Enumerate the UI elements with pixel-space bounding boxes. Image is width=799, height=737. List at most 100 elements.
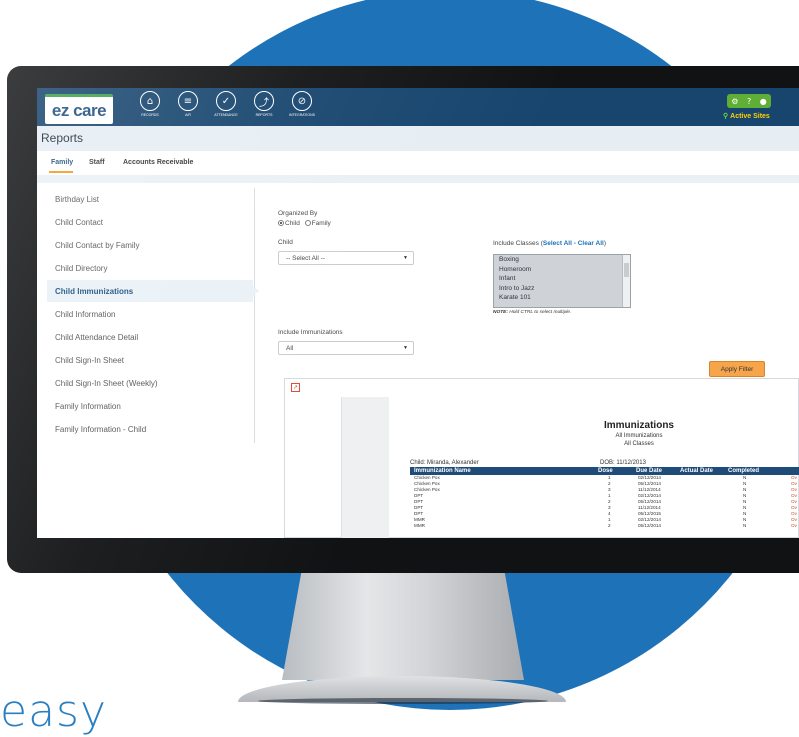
- chevron-down-icon: ▼: [403, 255, 408, 261]
- nav-ar[interactable]: ≡ A/R: [171, 91, 205, 125]
- nav-attendance[interactable]: ✓ ATTENDANCE: [209, 91, 243, 125]
- cell-due: 05/12/2014: [638, 523, 661, 528]
- table-row: MMR 1 02/12/2014 N Ov: [410, 517, 799, 523]
- viewer-toolbar: ↗: [285, 379, 799, 397]
- report-list-sidebar: Birthday List Child Contact Child Contac…: [47, 188, 259, 443]
- ezcare-logo[interactable]: ez care: [45, 94, 113, 124]
- radio-family[interactable]: [304, 220, 311, 226]
- col-due-date: Due Date: [636, 468, 663, 474]
- sidebar-item-child-sign-in-sheet-weekly[interactable]: Child Sign-In Sheet (Weekly): [47, 372, 253, 394]
- link-icon: ⊘: [292, 91, 312, 111]
- listbox-scrollbar[interactable]: [622, 255, 630, 307]
- sidebar-item-child-information[interactable]: Child Information: [47, 303, 253, 325]
- table-row: Chicken Pox 1 02/12/2014 N Ov: [410, 475, 799, 481]
- multi-select-note: NOTE: Hold CTRL to select multiple.: [493, 310, 571, 315]
- nav-attendance-label: ATTENDANCE: [214, 113, 238, 117]
- viewer-page-gutter: [341, 397, 389, 538]
- sidebar-item-family-information-child[interactable]: Family Information - Child: [47, 418, 253, 440]
- utility-menu: ⚙ ? ●: [727, 94, 771, 108]
- cell-completed: N: [743, 523, 747, 528]
- organized-by-options: Child Family: [278, 220, 331, 227]
- help-icon[interactable]: ?: [747, 97, 751, 106]
- col-completed: Completed: [728, 468, 760, 474]
- active-sites-link[interactable]: ⚲ Active Sites: [723, 112, 770, 120]
- col-actual-date: Actual Date: [680, 468, 714, 474]
- report-subtitle-immunizations: All Immunizations: [615, 433, 663, 439]
- clear-all-link[interactable]: Clear All: [578, 240, 604, 247]
- note-text: Hold CTRL to select multiple.: [509, 310, 572, 315]
- nav-records-label: RECORDS: [141, 113, 159, 117]
- apply-filter-button[interactable]: Apply Filter: [709, 361, 765, 377]
- report-title: Immunizations: [603, 420, 674, 431]
- immunizations-select[interactable]: All ▼: [278, 341, 414, 355]
- include-classes-header: Include Classes (Select All - Clear All): [493, 240, 606, 247]
- monitor-stand: [282, 572, 524, 680]
- class-option[interactable]: Infant: [494, 274, 630, 284]
- include-immunizations-label: Include Immunizations: [278, 329, 343, 336]
- tab-accounts-receivable[interactable]: Accounts Receivable: [123, 159, 193, 166]
- child-label: Child: [278, 239, 293, 246]
- active-tab-indicator: [49, 171, 73, 173]
- nav-reports[interactable]: ⤴ REPORTS: [247, 91, 281, 125]
- report-child-dob: DOB: 11/12/2013: [600, 460, 646, 466]
- immunizations-select-value: All: [286, 345, 294, 352]
- radio-child[interactable]: [278, 220, 284, 226]
- class-option[interactable]: Homeroom: [494, 265, 630, 275]
- table-row: MMR 2 05/12/2014 N Ov: [410, 523, 799, 529]
- report-subtitle-classes: All Classes: [624, 441, 654, 447]
- table-row: DPT 4 05/12/2015 N Ov: [410, 511, 799, 517]
- cell-name: MMR: [414, 523, 425, 528]
- organized-by-label: Organized By: [278, 210, 318, 217]
- report-table-header: Immunization Name Dose Due Date Actual D…: [410, 467, 799, 475]
- page-title: Reports: [41, 131, 84, 145]
- gear-icon[interactable]: ⚙: [731, 97, 738, 106]
- active-sites-label: Active Sites: [730, 113, 770, 120]
- tagline: easy: [0, 686, 107, 737]
- class-option[interactable]: Karate 101: [494, 293, 630, 303]
- table-row: DPT 3 11/12/2014 N Ov: [410, 505, 799, 511]
- sidebar-item-child-immunizations[interactable]: Child Immunizations: [47, 280, 259, 302]
- home-icon: ⌂: [140, 91, 160, 111]
- divider-band: [37, 175, 799, 183]
- sidebar-item-child-attendance-detail[interactable]: Child Attendance Detail: [47, 326, 253, 348]
- tab-family[interactable]: Family: [51, 159, 73, 166]
- chevron-down-icon: ▼: [403, 345, 408, 351]
- sidebar-item-child-contact-by-family[interactable]: Child Contact by Family: [47, 234, 253, 256]
- list-icon: ≡: [178, 91, 198, 111]
- sidebar-item-child-directory[interactable]: Child Directory: [47, 257, 253, 279]
- class-option[interactable]: Intro to Jazz: [494, 284, 630, 294]
- sidebar-item-child-sign-in-sheet[interactable]: Child Sign-In Sheet: [47, 349, 253, 371]
- col-immunization-name: Immunization Name: [414, 468, 471, 474]
- location-pin-icon: ⚲: [723, 113, 729, 120]
- checklist-icon: ✓: [216, 91, 236, 111]
- nav-integrations-label: INTEGRATIONS: [289, 113, 315, 117]
- sidebar-item-family-information[interactable]: Family Information: [47, 395, 253, 417]
- scrollbar-thumb[interactable]: [624, 263, 629, 277]
- nav-records[interactable]: ⌂ RECORDS: [133, 91, 167, 125]
- cell-dose: 2: [608, 523, 611, 528]
- note-prefix: NOTE:: [493, 310, 508, 315]
- col-dose: Dose: [598, 468, 613, 474]
- include-classes-label: Include Classes: [493, 240, 539, 247]
- sidebar-item-birthday-list[interactable]: Birthday List: [47, 188, 253, 210]
- nav-integrations[interactable]: ⊘ INTEGRATIONS: [285, 91, 319, 125]
- page-header: Reports: [37, 126, 799, 151]
- tab-staff[interactable]: Staff: [89, 159, 105, 166]
- nav-reports-label: REPORTS: [255, 113, 273, 117]
- export-icon[interactable]: ↗: [291, 383, 300, 392]
- nav-ar-label: A/R: [185, 113, 191, 117]
- report-tabs: Family Staff Accounts Receivable: [37, 151, 799, 175]
- child-select-value: -- Select All --: [286, 255, 326, 262]
- sidebar-item-child-contact[interactable]: Child Contact: [47, 211, 253, 233]
- class-option[interactable]: Boxing: [494, 255, 630, 265]
- select-all-link[interactable]: Select All: [543, 240, 572, 247]
- child-select[interactable]: -- Select All -- ▼: [278, 251, 414, 265]
- chart-icon: ⤴: [254, 91, 274, 111]
- user-icon[interactable]: ●: [760, 97, 767, 106]
- classes-listbox[interactable]: Boxing Homeroom Infant Intro to Jazz Kar…: [493, 254, 631, 308]
- table-row: DPT 2 05/12/2014 N Ov: [410, 499, 799, 505]
- table-row: Chicken Pox 3 11/12/2014 N Ov: [410, 487, 799, 493]
- radio-child-label: Child: [285, 220, 300, 227]
- monitor-base-shadow: [258, 698, 548, 704]
- table-row: DPT 1 02/12/2014 N Ov: [410, 493, 799, 499]
